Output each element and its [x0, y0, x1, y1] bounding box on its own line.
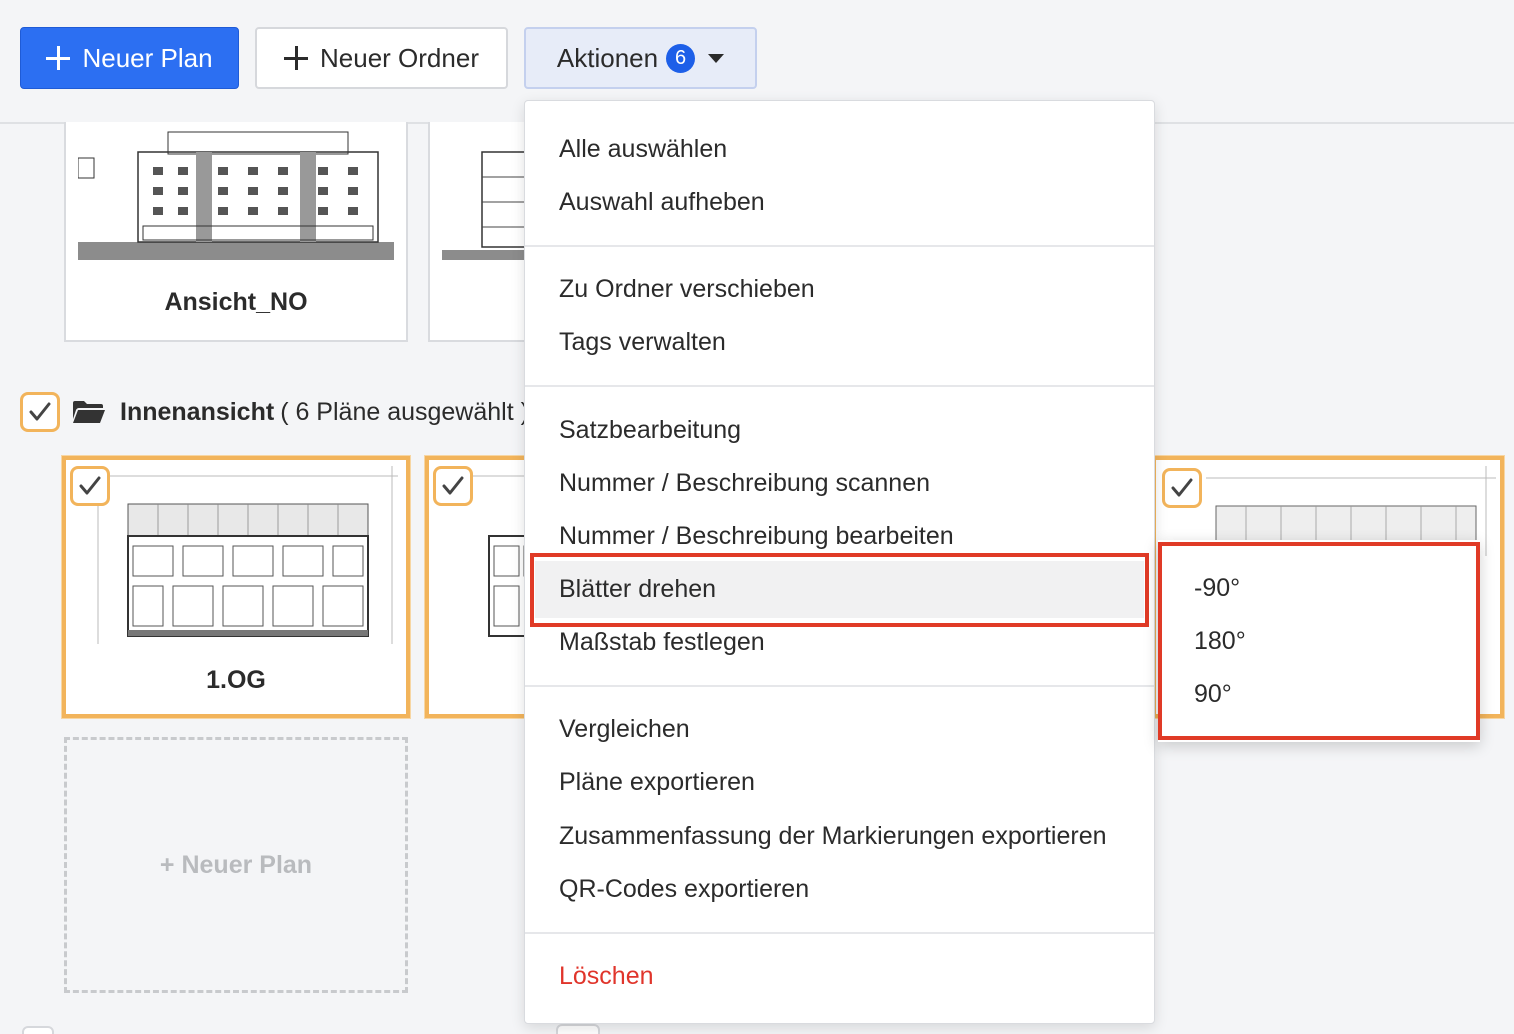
checkmark-icon [29, 402, 51, 421]
new-plan-button[interactable]: Neuer Plan [20, 27, 239, 89]
folder-icon [73, 401, 105, 423]
menu-divider [525, 932, 1154, 934]
folder-name[interactable]: Innenansicht [120, 398, 274, 427]
plan-title: Ansicht_NO [164, 288, 308, 316]
plus-icon [46, 46, 71, 70]
plan-title: 1.OG [206, 666, 266, 694]
actions-button[interactable]: Aktionen 6 [524, 27, 757, 89]
caret-down-icon [708, 53, 725, 63]
new-plan-card-label: + Neuer Plan [159, 850, 313, 879]
highlight-box-submenu [1158, 542, 1480, 740]
folder-checkbox[interactable] [20, 392, 60, 432]
selection-count-badge: 6 [666, 43, 696, 73]
menu-item-delete[interactable]: Löschen [559, 962, 654, 991]
menu-item-edit-number[interactable]: Nummer / Beschreibung bearbeiten [559, 522, 954, 551]
new-folder-button[interactable]: Neuer Ordner [255, 27, 508, 89]
plan-thumbnail [78, 122, 394, 260]
menu-item-export-plans[interactable]: Pläne exportieren [559, 768, 755, 797]
new-plan-label: Neuer Plan [82, 42, 213, 73]
next-item-checkbox[interactable] [556, 1024, 600, 1034]
checkmark-icon [442, 476, 464, 495]
menu-item-manage-tags[interactable]: Tags verwalten [559, 328, 726, 357]
menu-item-deselect[interactable]: Auswahl aufheben [559, 188, 765, 217]
menu-divider [525, 385, 1154, 387]
new-plan-card[interactable]: + Neuer Plan [64, 737, 408, 993]
plan-checkbox[interactable] [1162, 468, 1202, 508]
plan-checkbox[interactable] [70, 466, 110, 506]
menu-item-export-markup-summary[interactable]: Zusammenfassung der Markierungen exporti… [559, 822, 1107, 851]
highlight-box-rotate [530, 553, 1149, 627]
menu-divider [525, 245, 1154, 247]
plan-checkbox[interactable] [433, 466, 473, 506]
checkmark-icon [79, 476, 101, 495]
menu-divider [525, 685, 1154, 687]
menu-item-batch-edit[interactable]: Satzbearbeitung [559, 416, 741, 445]
actions-label: Aktionen [556, 42, 659, 73]
folder-row: Innenansicht ( 6 Pläne ausgewählt ) [20, 392, 529, 432]
plan-card[interactable]: 1.OG [62, 456, 410, 718]
checkmark-icon [1171, 478, 1193, 497]
new-folder-label: Neuer Ordner [320, 42, 479, 73]
next-folder-checkbox[interactable] [22, 1026, 54, 1034]
menu-item-export-qr-codes[interactable]: QR-Codes exportieren [559, 875, 809, 904]
plus-icon [284, 46, 309, 70]
menu-item-compare[interactable]: Vergleichen [559, 715, 690, 744]
folder-selection-count: ( 6 Pläne ausgewählt ) [280, 397, 529, 426]
menu-item-move-to-folder[interactable]: Zu Ordner verschieben [559, 275, 815, 304]
menu-item-scan-number[interactable]: Nummer / Beschreibung scannen [559, 469, 930, 498]
menu-item-set-scale[interactable]: Maßstab festlegen [559, 628, 765, 657]
plan-card[interactable]: Ansicht_NO [64, 122, 408, 342]
plan-thumbnail [88, 466, 398, 644]
menu-item-select-all[interactable]: Alle auswählen [559, 135, 727, 164]
